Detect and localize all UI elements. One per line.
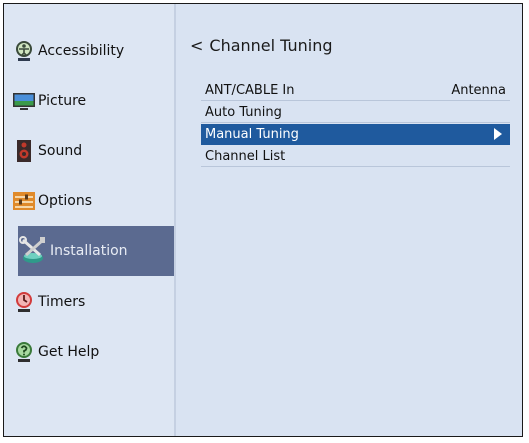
help-icon [16,342,32,362]
sidebar-item-timers[interactable]: Timers [4,278,174,326]
settings-window: Accessibility Picture Sound Options Inst… [3,3,523,437]
tools-icon [19,236,45,263]
sidebar-item-options[interactable]: Options [4,177,174,225]
menu-item-value: Antenna [451,82,506,98]
sidebar: Accessibility Picture Sound Options Inst… [4,4,176,436]
timer-icon [16,292,32,312]
sidebar-item-sound[interactable]: Sound [4,127,174,175]
channel-tuning-menu: ANT/CABLE In Antenna Auto Tuning Manual … [201,80,510,168]
sidebar-item-label: Get Help [38,344,100,360]
menu-item-auto-tuning[interactable]: Auto Tuning [201,102,510,123]
sidebar-item-accessibility[interactable]: Accessibility [4,27,174,75]
menu-item-ant-cable-in[interactable]: ANT/CABLE In Antenna [201,80,510,101]
sidebar-item-label: Timers [38,294,86,310]
sidebar-item-picture[interactable]: Picture [4,77,174,125]
sidebar-item-installation[interactable]: Installation [18,226,174,276]
menu-item-channel-list[interactable]: Channel List [201,146,510,167]
page-title: < Channel Tuning [190,36,333,55]
sidebar-item-label: Accessibility [38,43,125,59]
back-arrow-icon[interactable]: < [190,36,203,55]
sidebar-item-get-help[interactable]: Get Help [4,328,174,376]
menu-item-label: Auto Tuning [205,104,282,120]
accessibility-icon [16,41,32,61]
options-icon [13,192,35,210]
main-panel: < Channel Tuning ANT/CABLE In Antenna Au… [176,4,522,436]
sidebar-item-label: Sound [38,143,83,159]
page-title-text: Channel Tuning [209,36,333,55]
menu-item-label: ANT/CABLE In [205,82,295,98]
menu-item-label: Manual Tuning [205,126,299,142]
speaker-icon [17,140,31,162]
play-arrow-icon [494,128,502,140]
sidebar-item-label: Picture [38,93,87,109]
picture-icon [13,93,35,110]
sidebar-item-label: Installation [50,243,128,259]
menu-item-manual-tuning[interactable]: Manual Tuning [201,124,510,145]
menu-item-label: Channel List [205,148,286,164]
sidebar-item-label: Options [38,193,93,209]
